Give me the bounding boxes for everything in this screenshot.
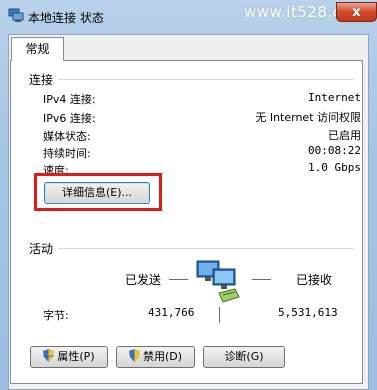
diagnose-label: 诊断(G): [224, 350, 264, 363]
ipv6-label: IPv6 连接:: [43, 112, 96, 125]
diagnose-button[interactable]: 诊断(G): [203, 346, 285, 368]
activity-group-title: 活动: [29, 242, 54, 256]
duration-label: 持续时间:: [43, 147, 91, 160]
received-label: 已接收: [296, 273, 333, 287]
bytes-sent-value: 431,766: [148, 306, 195, 319]
activity-divider: [58, 248, 354, 249]
speed-value: 1.0 Gbps: [308, 161, 361, 174]
network-adapter-icon: [8, 8, 24, 22]
uac-shield-icon: [43, 349, 55, 362]
media-state-label: 媒体状态:: [43, 130, 91, 143]
ipv4-label: IPv4 连接:: [43, 93, 96, 106]
window-title: 本地连接 状态: [28, 11, 104, 25]
connection-divider: [58, 79, 354, 80]
ipv4-value: Internet: [308, 91, 361, 104]
properties-label: 属性(P): [57, 350, 95, 363]
activity-separator: [219, 307, 220, 323]
properties-button[interactable]: 属性(P): [30, 346, 108, 368]
red-highlight-box: [34, 173, 162, 211]
title-bar: 本地连接 状态 www.it528.com x: [0, 0, 377, 34]
duration-value: 00:08:22: [308, 144, 361, 157]
bytes-received-value: 5,531,613: [278, 306, 338, 319]
close-icon: x: [352, 5, 361, 20]
network-activity-icon: [193, 259, 245, 309]
ipv6-value: 无 Internet 访问权限: [255, 111, 361, 124]
disable-button[interactable]: 禁用(D): [116, 346, 195, 368]
media-state-value: 已启用: [328, 129, 361, 142]
sent-line: [169, 279, 188, 280]
bytes-label: 字节:: [43, 309, 69, 322]
disable-label: 禁用(D): [142, 350, 183, 363]
uac-shield-icon: [128, 349, 140, 362]
received-line: [252, 279, 271, 280]
close-button[interactable]: x: [336, 2, 377, 22]
sent-label: 已发送: [125, 273, 162, 287]
connection-group-title: 连接: [29, 73, 54, 87]
tab-general[interactable]: 常规: [11, 37, 64, 61]
